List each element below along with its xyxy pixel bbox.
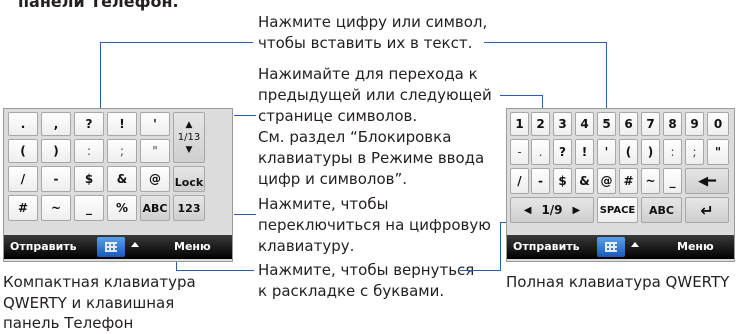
callout-insert-line2: чтобы вставить их в текст. <box>258 34 473 52</box>
full-keyboard: 1 2 3 4 5 6 7 8 9 0 - . ? ! ' ( ) : ; " … <box>506 108 735 262</box>
numpad-button[interactable]: 123 <box>173 195 205 221</box>
compact-key[interactable]: ; <box>107 139 137 163</box>
callout-letters-line1: Нажмите, чтобы вернуться <box>258 261 475 279</box>
keyboard-icon[interactable] <box>597 237 625 257</box>
send-softkey[interactable]: Отправить <box>10 240 77 253</box>
abc-button[interactable]: ABC <box>641 197 682 223</box>
full-key[interactable]: 6 <box>619 112 638 136</box>
arrow-down-icon[interactable]: ▼ <box>186 145 193 155</box>
compact-key[interactable]: ' <box>140 112 170 136</box>
compact-key[interactable]: / <box>8 166 38 192</box>
full-key[interactable]: 0 <box>707 112 729 136</box>
full-key[interactable]: @ <box>597 168 616 194</box>
full-key[interactable]: " <box>707 139 729 165</box>
page-arrows[interactable]: ▲ 1/13 ▼ <box>173 112 205 163</box>
compact-key[interactable]: ? <box>74 112 104 136</box>
full-key[interactable]: 2 <box>531 112 550 136</box>
backspace-icon[interactable]: ◀━ <box>685 168 729 194</box>
arrow-right-icon[interactable]: ▶ <box>573 205 581 216</box>
caption-compact-line2: QWERTY и клавишная <box>3 294 175 312</box>
full-key[interactable]: 7 <box>641 112 660 136</box>
compact-key[interactable]: % <box>107 195 137 221</box>
page-selector[interactable]: ◀ 1/9 ▶ <box>510 197 594 223</box>
enter-icon[interactable]: ↵ <box>685 197 729 223</box>
arrow-left-icon[interactable]: ◀ <box>524 205 532 216</box>
compact-key[interactable]: - <box>41 166 71 192</box>
callout-letters-line2: к раскладке с буквами. <box>258 282 445 300</box>
compact-key[interactable]: # <box>8 195 38 221</box>
compact-keyboard: . , ? ! ' ( ) : ; " ▲ 1/13 ▼ / - $ & @ L… <box>3 108 233 262</box>
abc-button[interactable]: ABC <box>140 195 170 221</box>
callout-page-line2: предыдущей или следующей <box>258 86 492 104</box>
full-key[interactable]: & <box>575 168 594 194</box>
callout-page-line6: цифр и символов”. <box>258 170 408 188</box>
page-indicator: 1/9 <box>541 203 563 217</box>
full-key[interactable]: . <box>531 139 550 165</box>
caption-compact-line1: Компактная клавиатура <box>3 273 196 291</box>
full-key[interactable]: _ <box>663 168 682 194</box>
space-button[interactable]: SPACE <box>597 197 638 223</box>
compact-key[interactable]: : <box>74 139 104 163</box>
callout-page-line3: странице символов. <box>258 107 418 125</box>
compact-key[interactable]: ( <box>8 139 38 163</box>
arrow-up-icon[interactable]: ▲ <box>186 120 193 130</box>
full-key[interactable]: ' <box>597 139 616 165</box>
full-key[interactable]: ) <box>641 139 660 165</box>
full-key[interactable]: 9 <box>685 112 704 136</box>
compact-key[interactable]: @ <box>140 166 170 192</box>
compact-key[interactable]: , <box>41 112 71 136</box>
callout-numpad-line2: переключиться на цифровую <box>258 216 491 234</box>
full-key[interactable]: ! <box>575 139 594 165</box>
compact-key[interactable]: . <box>8 112 38 136</box>
full-key[interactable]: - <box>510 139 529 165</box>
page-indicator: 1/13 <box>177 132 201 143</box>
full-key[interactable]: - <box>531 168 550 194</box>
full-key[interactable]: ~ <box>641 168 660 194</box>
full-key[interactable]: 4 <box>575 112 594 136</box>
caret-up-icon[interactable] <box>131 242 139 247</box>
full-key[interactable]: 5 <box>597 112 616 136</box>
full-key[interactable]: $ <box>553 168 572 194</box>
full-key[interactable]: ( <box>619 139 638 165</box>
compact-key[interactable]: " <box>140 139 170 163</box>
heading: панели Телефон. <box>18 0 179 11</box>
compact-key[interactable]: $ <box>74 166 104 192</box>
compact-key[interactable]: ) <box>41 139 71 163</box>
compact-key[interactable]: ! <box>107 112 137 136</box>
callout-page-line5: клавиатуры в Режиме ввода <box>258 149 485 167</box>
callout-page-line1: Нажимайте для перехода к <box>258 65 478 83</box>
send-softkey[interactable]: Отправить <box>513 240 580 253</box>
compact-key[interactable]: ~ <box>41 195 71 221</box>
compact-key[interactable]: _ <box>74 195 104 221</box>
softkey-bar: Отправить Меню <box>507 235 734 259</box>
lock-button[interactable]: Lock <box>173 166 205 192</box>
compact-key[interactable]: & <box>107 166 137 192</box>
full-key[interactable]: 3 <box>553 112 572 136</box>
full-key[interactable]: 1 <box>510 112 529 136</box>
keyboard-icon[interactable] <box>97 237 125 257</box>
callout-numpad-line1: Нажмите, чтобы <box>258 195 389 213</box>
menu-softkey[interactable]: Меню <box>677 240 714 253</box>
full-key[interactable]: # <box>619 168 638 194</box>
full-key[interactable]: / <box>510 168 529 194</box>
full-key[interactable]: ; <box>685 139 704 165</box>
full-key[interactable]: ? <box>553 139 572 165</box>
full-key[interactable]: 8 <box>663 112 682 136</box>
callout-page-line4: См. раздел “Блокировка <box>258 128 452 146</box>
softkey-bar: Отправить Меню <box>4 235 232 259</box>
caption-full: Полная клавиатура QWERTY <box>506 273 730 291</box>
callout-numpad-line3: клавиатуру. <box>258 237 355 255</box>
caption-compact-line3: панель Телефон <box>3 314 134 332</box>
menu-softkey[interactable]: Меню <box>174 240 211 253</box>
full-key[interactable]: : <box>663 139 682 165</box>
caret-up-icon[interactable] <box>631 242 639 247</box>
callout-insert-line1: Нажмите цифру или символ, <box>258 13 488 31</box>
